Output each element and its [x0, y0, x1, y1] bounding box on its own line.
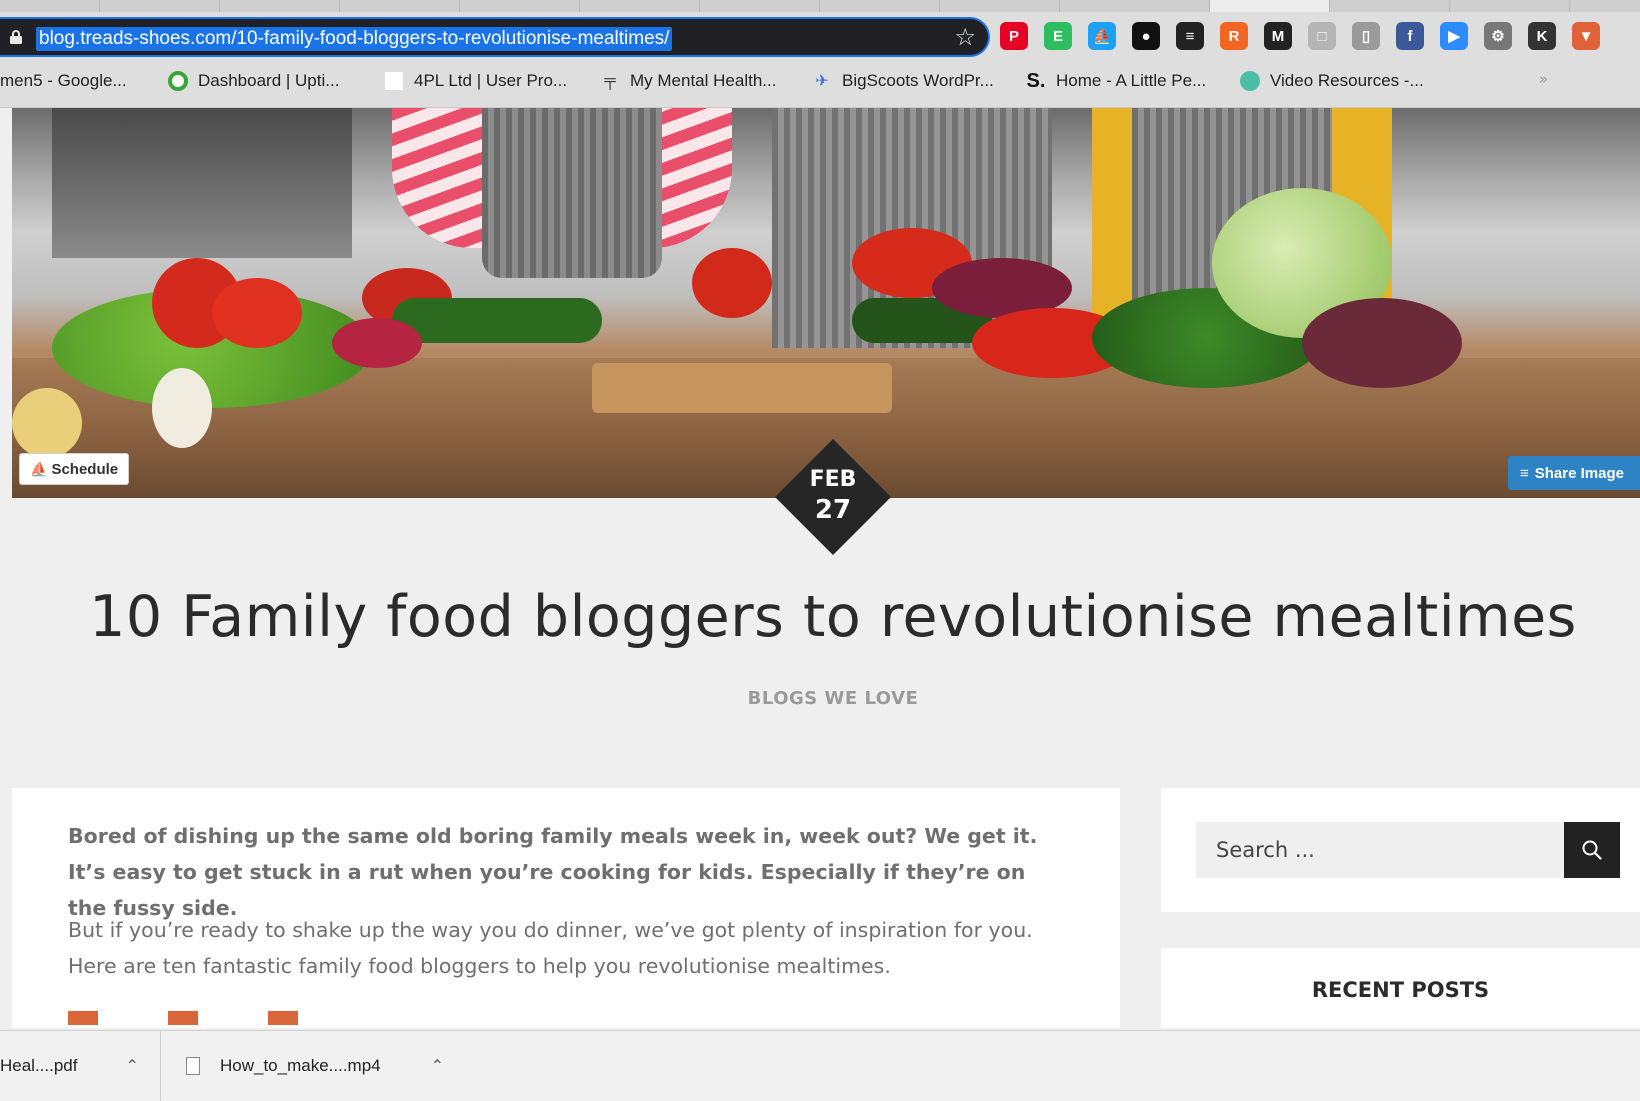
extensions-bar: P E ⛵ ● ≡ R M □ ▯ f ▶ ⚙ K ▼: [1000, 22, 1640, 52]
post-paragraph: But if you’re ready to shake up the way …: [68, 918, 1033, 978]
recent-posts-widget: RECENT POSTS: [1161, 948, 1640, 1028]
shield-icon[interactable]: ▼: [1572, 22, 1600, 50]
bookmark-label: Dashboard | Upti...: [198, 71, 340, 90]
video-icon: [1240, 71, 1260, 91]
tab[interactable]: [700, 0, 820, 12]
post-title: 10 Family food bloggers to revolutionise…: [89, 584, 1577, 650]
search-widget: [1161, 788, 1640, 912]
download-filename: Heal....pdf: [0, 1056, 78, 1075]
date-badge: FEB 27: [775, 439, 891, 555]
video-file-icon: [186, 1057, 200, 1075]
mental-health-icon: ╤: [604, 72, 616, 89]
page-icon: [384, 71, 404, 91]
tab[interactable]: [1450, 0, 1570, 12]
post-content: Bored of dishing up the same old boring …: [12, 788, 1120, 1028]
medium-icon[interactable]: M: [1264, 22, 1292, 50]
evernote-icon[interactable]: E: [1044, 22, 1072, 50]
bookmark-item[interactable]: Dashboard | Upti...: [168, 66, 339, 96]
uptime-icon: [168, 71, 188, 91]
chevron-up-icon[interactable]: ⌃: [126, 1056, 139, 1076]
bookmark-item[interactable]: 4PL Ltd | User Pro...: [384, 66, 567, 96]
bookmark-item[interactable]: ╤ My Mental Health...: [600, 66, 776, 96]
tab-active[interactable]: [1210, 0, 1330, 12]
bookmarks-bar: men5 - Google... Dashboard | Upti... 4PL…: [0, 66, 1640, 96]
bookmark-label: BigScoots WordPr...: [842, 71, 994, 90]
bigscoots-icon: ✈: [815, 73, 829, 90]
buffer-stack-icon: ≡: [1520, 464, 1529, 482]
search-icon: [1582, 840, 1602, 860]
next-heading-partial: [68, 1010, 368, 1028]
schedule-button[interactable]: ⛵ Schedule: [19, 453, 130, 485]
bookmark-label: men5 - Google...: [0, 71, 127, 90]
bookmark-label: 4PL Ltd | User Pro...: [414, 71, 568, 90]
bookmark-item[interactable]: men5 - Google...: [0, 66, 127, 96]
tab[interactable]: [1060, 0, 1210, 12]
facebook-icon[interactable]: f: [1396, 22, 1424, 50]
tab[interactable]: [820, 0, 940, 12]
share-image-button[interactable]: ≡ Share Image: [1508, 456, 1640, 490]
date-month: FEB: [809, 467, 857, 492]
tab[interactable]: [100, 0, 220, 12]
lock-icon[interactable]: [10, 30, 22, 44]
tab[interactable]: [580, 0, 700, 12]
tab[interactable]: [220, 0, 340, 12]
recent-posts-title: RECENT POSTS: [1311, 978, 1490, 1002]
browser-chrome: blog.treads-shoes.com/10-family-food-blo…: [0, 0, 1640, 108]
s-logo-icon: S.: [1026, 69, 1046, 92]
buffer-sail-icon: ⛵: [30, 460, 48, 477]
chevron-up-icon[interactable]: ⌃: [431, 1056, 444, 1076]
zoom-icon[interactable]: ▶: [1440, 22, 1468, 50]
tab[interactable]: [940, 0, 1060, 12]
buffer-stack-icon[interactable]: ≡: [1176, 22, 1204, 50]
post-category[interactable]: BLOGS WE LOVE: [0, 688, 1640, 709]
hootsuite-owl-icon[interactable]: ●: [1132, 22, 1160, 50]
profile-k-icon[interactable]: K: [1528, 22, 1556, 50]
download-shelf: Heal....pdf ⌃ How_to_make....mp4 ⌃: [0, 1030, 1640, 1101]
search-button[interactable]: [1564, 822, 1620, 878]
pinterest-icon[interactable]: P: [1000, 22, 1028, 50]
tab-strip[interactable]: [0, 0, 1640, 12]
bookmark-label: My Mental Health...: [630, 71, 777, 90]
post-lead-paragraph: Bored of dishing up the same old boring …: [68, 824, 1038, 920]
buffer-sail-icon[interactable]: ⛵: [1088, 22, 1116, 50]
schedule-label: Schedule: [51, 460, 119, 478]
tab[interactable]: [460, 0, 580, 12]
bookmark-star-icon[interactable]: ☆: [954, 23, 976, 51]
bookmark-label: Home - A Little Pe...: [1056, 71, 1207, 90]
address-bar[interactable]: blog.treads-shoes.com/10-family-food-blo…: [0, 17, 990, 57]
clipboard-icon[interactable]: ▯: [1352, 22, 1380, 50]
download-item[interactable]: Heal....pdf ⌃: [0, 1031, 139, 1101]
tab[interactable]: [1330, 0, 1450, 12]
url-text[interactable]: blog.treads-shoes.com/10-family-food-blo…: [36, 27, 673, 51]
gear-extension-icon[interactable]: ⚙: [1484, 22, 1512, 50]
download-filename: How_to_make....mp4: [220, 1056, 381, 1075]
search-input[interactable]: [1196, 822, 1564, 878]
tab[interactable]: [340, 0, 460, 12]
chat-extension-icon[interactable]: □: [1308, 22, 1336, 50]
date-day: 27: [814, 495, 852, 525]
more-bookmarks-icon[interactable]: »: [1539, 70, 1548, 88]
bookmark-item[interactable]: ✈ BigScoots WordPr...: [812, 66, 994, 96]
share-image-label: Share Image: [1534, 464, 1624, 482]
rss-icon[interactable]: R: [1220, 22, 1248, 50]
bookmark-item[interactable]: S. Home - A Little Pe...: [1026, 66, 1207, 96]
bookmark-item[interactable]: Video Resources -...: [1240, 66, 1424, 96]
bookmark-label: Video Resources -...: [1270, 71, 1424, 90]
tab[interactable]: [0, 0, 100, 12]
download-item[interactable]: How_to_make....mp4 ⌃: [186, 1031, 444, 1101]
